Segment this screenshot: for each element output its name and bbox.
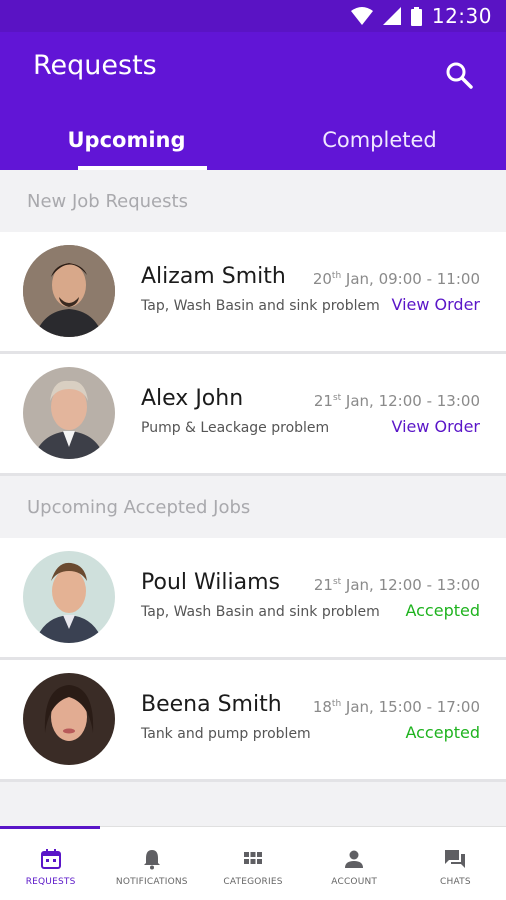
nav-label: CHATS bbox=[440, 877, 471, 887]
customer-name: Alizam Smith bbox=[141, 264, 286, 289]
search-icon[interactable] bbox=[444, 60, 474, 90]
avatar bbox=[23, 367, 115, 459]
nav-label: CATEGORIES bbox=[223, 877, 283, 887]
grid-icon bbox=[244, 852, 262, 864]
appointment-date: 21st Jan, 12:00 - 13:00 bbox=[313, 576, 480, 594]
problem-description: Pump & Leackage problem bbox=[141, 420, 330, 436]
problem-description: Tap, Wash Basin and sink problem bbox=[141, 604, 380, 620]
tab-bar: Upcoming Completed bbox=[0, 110, 506, 170]
chat-icon bbox=[445, 850, 466, 868]
nav-label: REQUESTS bbox=[25, 877, 76, 887]
customer-name: Beena Smith bbox=[141, 692, 282, 717]
problem-description: Tap, Wash Basin and sink problem bbox=[141, 298, 380, 314]
app-bar: Requests Upcoming Completed bbox=[0, 32, 506, 170]
person-icon bbox=[345, 850, 364, 868]
avatar bbox=[23, 673, 115, 765]
request-card[interactable]: Alizam Smith Tap, Wash Basin and sink pr… bbox=[0, 232, 506, 354]
signal-icon bbox=[382, 7, 401, 25]
problem-description: Tank and pump problem bbox=[141, 726, 311, 742]
nav-label: NOTIFICATIONS bbox=[115, 877, 188, 887]
battery-icon bbox=[410, 6, 422, 26]
status-time: 12:30 bbox=[431, 4, 492, 28]
page-title: Requests bbox=[33, 50, 157, 81]
nav-notifications[interactable]: NOTIFICATIONS bbox=[101, 827, 202, 900]
view-order-link[interactable]: View Order bbox=[391, 417, 480, 436]
tab-upcoming[interactable]: Upcoming bbox=[0, 110, 253, 170]
status-bar: 12:30 bbox=[0, 0, 506, 32]
nav-categories[interactable]: CATEGORIES bbox=[202, 827, 303, 900]
nav-account[interactable]: ACCOUNT bbox=[304, 827, 405, 900]
calendar-icon bbox=[40, 849, 61, 869]
active-tab-indicator bbox=[0, 826, 100, 829]
section-title-new-requests: New Job Requests bbox=[0, 170, 506, 232]
appointment-date: 20th Jan, 09:00 - 11:00 bbox=[312, 270, 480, 288]
tab-completed[interactable]: Completed bbox=[253, 110, 506, 170]
accepted-status: Accepted bbox=[405, 601, 480, 620]
bottom-navigation: REQUESTS NOTIFICATIONS CATEGORIES ACCOUN… bbox=[0, 826, 506, 900]
nav-label: ACCOUNT bbox=[331, 877, 378, 887]
avatar bbox=[23, 551, 115, 643]
nav-requests[interactable]: REQUESTS bbox=[0, 827, 101, 900]
bell-icon bbox=[143, 850, 160, 870]
avatar bbox=[23, 245, 115, 337]
customer-name: Poul Wiliams bbox=[141, 570, 280, 595]
appointment-date: 21st Jan, 12:00 - 13:00 bbox=[313, 392, 480, 410]
accepted-status: Accepted bbox=[405, 723, 480, 742]
section-title-accepted-jobs: Upcoming Accepted Jobs bbox=[0, 476, 506, 538]
request-card[interactable]: Poul Wiliams Tap, Wash Basin and sink pr… bbox=[0, 538, 506, 660]
app-root: 12:30 Requests Upcoming Completed New Jo… bbox=[0, 0, 506, 900]
request-card[interactable]: Alex John Pump & Leackage problem 21st J… bbox=[0, 354, 506, 476]
appointment-date: 18th Jan, 15:00 - 17:00 bbox=[312, 698, 480, 716]
wifi-icon bbox=[350, 7, 373, 25]
request-card[interactable]: Beena Smith Tank and pump problem 18th J… bbox=[0, 660, 506, 782]
view-order-link[interactable]: View Order bbox=[391, 295, 480, 314]
nav-chats[interactable]: CHATS bbox=[405, 827, 506, 900]
customer-name: Alex John bbox=[141, 386, 244, 411]
